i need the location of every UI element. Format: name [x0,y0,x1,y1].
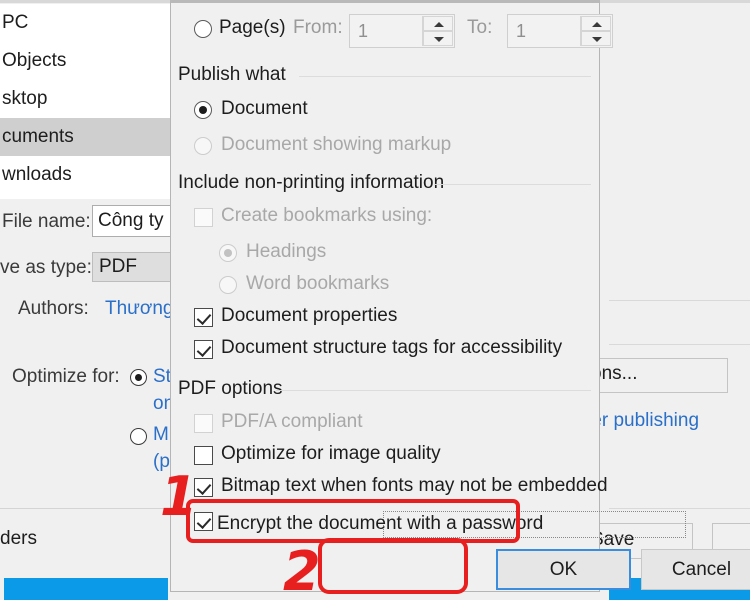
cancel-button[interactable]: Cancel [641,549,750,590]
background-divider [609,300,750,301]
nav-item[interactable]: PC [0,4,170,42]
publish-document-radio[interactable] [194,101,212,119]
publish-markup-radio [194,137,212,155]
pages-label[interactable]: Page(s) [219,17,286,39]
options-button[interactable]: ons... [586,358,728,393]
background-divider [609,344,750,345]
taskbar-accent-left [4,578,168,600]
optimize-image-quality-label[interactable]: Optimize for image quality [221,443,441,465]
from-label: From: [293,17,343,38]
create-bookmarks-label: Create bookmarks using: [221,205,433,226]
optimize-minimum-label[interactable]: M [153,424,169,446]
save-as-type-select[interactable]: PDF [92,252,182,282]
word-bookmarks-radio [219,276,237,294]
nav-item[interactable]: wnloads [0,156,170,194]
publish-document-label[interactable]: Document [221,98,308,120]
file-name-row: File name: Công ty [0,205,182,241]
document-structure-label[interactable]: Document structure tags for accessibilit… [221,337,562,359]
from-value[interactable]: 1 [358,21,368,42]
to-value[interactable]: 1 [516,21,526,42]
hide-folders-button[interactable]: ders [0,528,37,550]
headings-label: Headings [246,241,327,262]
include-non-printing-header: Include non-printing information [178,172,445,193]
document-properties-label[interactable]: Document properties [221,305,397,327]
ok-button[interactable]: OK [496,549,631,590]
optimize-standard-radio[interactable] [130,369,147,386]
publish-markup-label: Document showing markup [221,134,452,155]
create-bookmarks-checkbox [194,208,213,227]
publish-what-header: Publish what [178,64,286,85]
word-bookmarks-label: Word bookmarks [246,273,390,294]
nav-item-documents[interactable]: cuments [0,118,170,156]
from-spin-buttons[interactable] [422,16,453,46]
publishing-link[interactable]: ter publishing [586,410,699,432]
pages-radio[interactable] [194,20,212,38]
group-rule [435,184,591,185]
spin-down-icon[interactable] [423,31,453,46]
navigation-pane[interactable]: PC Objects sktop cuments wnloads [0,4,172,199]
optimize-image-quality-checkbox[interactable] [194,446,213,465]
to-label: To: [467,17,493,38]
file-name-input[interactable]: Công ty [92,205,182,237]
authors-label: Authors: [18,298,89,319]
pdfa-compliant-label: PDF/A compliant [221,411,363,432]
from-spinner[interactable]: 1 [349,14,455,48]
nav-item[interactable]: Objects [0,42,170,80]
spin-up-icon[interactable] [423,16,453,31]
group-rule [299,76,591,77]
to-spinner[interactable]: 1 [507,14,613,48]
save-as-type-label: ve as type: [0,257,92,278]
save-as-type-row: ve as type: PDF [0,252,182,286]
bitmap-text-label[interactable]: Bitmap text when fonts may not be embedd… [221,475,608,497]
spin-up-icon[interactable] [581,16,611,31]
annotation-step-2: 2 [283,540,321,603]
group-rule [276,390,591,391]
to-spin-buttons[interactable] [580,16,611,46]
optimize-standard-label[interactable]: St [153,366,171,388]
optimize-for-label: Optimize for: [12,366,120,387]
annotation-step-1: 1 [160,465,198,528]
document-structure-checkbox[interactable] [194,340,213,359]
nav-item[interactable]: sktop [0,80,170,118]
spin-down-icon[interactable] [581,31,611,46]
pdfa-compliant-checkbox [194,414,213,433]
annotation-highlight-ok [318,538,468,594]
authors-value[interactable]: Thương [105,298,174,320]
headings-radio [219,244,237,262]
pdf-options-header: PDF options [178,378,283,399]
optimize-minimum-radio[interactable] [130,428,147,445]
background-divider [609,508,750,509]
annotation-highlight-encrypt [186,499,520,543]
file-name-label: File name: [2,211,91,232]
document-properties-checkbox[interactable] [194,308,213,327]
